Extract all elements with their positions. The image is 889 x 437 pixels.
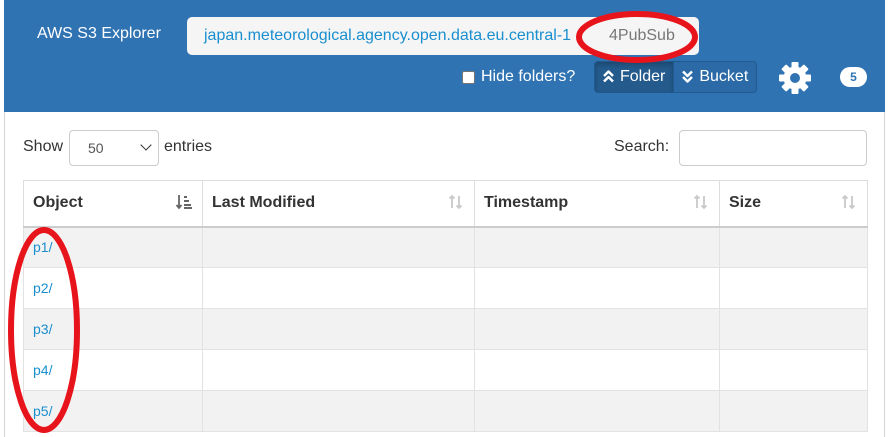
column-header-label: Object xyxy=(33,194,83,212)
timestamp-cell xyxy=(474,349,720,391)
breadcrumb-separator: / xyxy=(578,27,583,44)
object-cell: p1/ xyxy=(23,226,203,268)
timestamp-cell xyxy=(474,226,720,268)
column-header-object[interactable]: Object xyxy=(23,180,203,228)
last-modified-cell xyxy=(202,349,475,391)
chevron-down-icon xyxy=(140,139,152,151)
sort-both-icon xyxy=(841,194,857,214)
chevrons-up-icon xyxy=(603,69,614,85)
timestamp-cell xyxy=(474,390,720,432)
folder-link[interactable]: p5/ xyxy=(33,403,52,419)
table-row: p5/ xyxy=(23,390,868,432)
folder-button[interactable]: Folder xyxy=(595,62,674,92)
navigation-button-group: Folder Bucket xyxy=(594,61,758,93)
column-header-label: Size xyxy=(729,194,762,212)
hide-folders-checkbox[interactable] xyxy=(462,70,475,84)
bucket-button-label: Bucket xyxy=(699,68,749,85)
column-header-label: Last Modified xyxy=(212,194,316,212)
folder-link[interactable]: p3/ xyxy=(33,321,52,337)
table-row: p3/ xyxy=(23,308,868,350)
sort-ascending-icon xyxy=(175,194,192,214)
breadcrumb: japan.meteorological.agency.open.data.eu… xyxy=(187,17,699,55)
object-cell: p4/ xyxy=(23,349,203,391)
last-modified-cell xyxy=(202,308,475,350)
folder-link[interactable]: p2/ xyxy=(33,280,52,296)
table-row: p2/ xyxy=(23,267,868,309)
page-length-select[interactable]: 50 xyxy=(69,130,159,166)
timestamp-cell xyxy=(474,267,720,309)
show-label: Show xyxy=(23,138,64,155)
table-row: p4/ xyxy=(23,349,868,391)
folder-button-label: Folder xyxy=(620,68,666,85)
breadcrumb-current-folder: 4PubSub xyxy=(609,27,675,44)
hide-folders-toggle[interactable]: Hide folders? xyxy=(462,68,575,86)
bucket-button[interactable]: Bucket xyxy=(673,62,757,92)
folder-link[interactable]: p1/ xyxy=(33,239,52,255)
column-header-label: Timestamp xyxy=(484,194,569,212)
object-cell: p3/ xyxy=(23,308,203,350)
entries-label: entries xyxy=(164,138,213,155)
search-label: Search: xyxy=(614,138,670,155)
sort-both-icon xyxy=(693,194,709,214)
breadcrumb-bucket-link[interactable]: japan.meteorological.agency.open.data.eu… xyxy=(204,17,571,55)
table-row: p1/ xyxy=(23,226,868,268)
page-length-value: 50 xyxy=(88,140,104,156)
last-modified-cell xyxy=(202,226,475,268)
folder-link[interactable]: p4/ xyxy=(33,362,52,378)
sort-both-icon xyxy=(448,194,464,214)
timestamp-cell xyxy=(474,308,720,350)
column-header-timestamp[interactable]: Timestamp xyxy=(474,180,720,228)
size-cell xyxy=(719,226,868,268)
size-cell xyxy=(719,308,868,350)
last-modified-cell xyxy=(202,390,475,432)
size-cell xyxy=(719,267,868,309)
object-cell: p2/ xyxy=(23,267,203,309)
table-header-row: Object Last Modified Timestamp Size xyxy=(23,180,868,228)
object-count-badge: 5 xyxy=(840,67,867,87)
search-input[interactable] xyxy=(679,130,867,166)
hide-folders-label: Hide folders? xyxy=(481,68,576,85)
column-header-size[interactable]: Size xyxy=(719,180,868,228)
objects-table: Object Last Modified Timestamp Size p1/ … xyxy=(23,180,868,432)
size-cell xyxy=(719,390,868,432)
size-cell xyxy=(719,349,868,391)
column-header-last-modified[interactable]: Last Modified xyxy=(202,180,475,228)
chevrons-down-icon xyxy=(682,70,694,85)
navbar: AWS S3 Explorer japan.meteorological.age… xyxy=(4,0,885,112)
app-title[interactable]: AWS S3 Explorer xyxy=(37,25,161,43)
last-modified-cell xyxy=(202,267,475,309)
object-cell: p5/ xyxy=(23,390,203,432)
settings-gear-icon[interactable] xyxy=(777,60,813,96)
